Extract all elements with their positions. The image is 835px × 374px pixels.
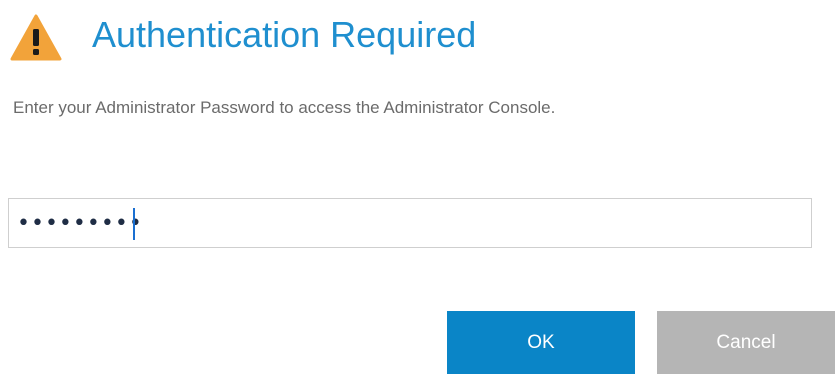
cancel-button[interactable]: Cancel xyxy=(657,311,835,374)
authentication-dialog: Authentication Required Enter your Admin… xyxy=(0,0,835,374)
ok-button[interactable]: OK xyxy=(447,311,635,374)
warning-exclamation-dot xyxy=(33,49,39,55)
password-field[interactable] xyxy=(8,198,812,248)
dialog-message: Enter your Administrator Password to acc… xyxy=(13,98,556,117)
warning-exclamation-bar xyxy=(33,29,39,46)
text-caret xyxy=(133,208,135,240)
warning-icon xyxy=(10,14,62,61)
dialog-title: Authentication Required xyxy=(92,14,477,55)
